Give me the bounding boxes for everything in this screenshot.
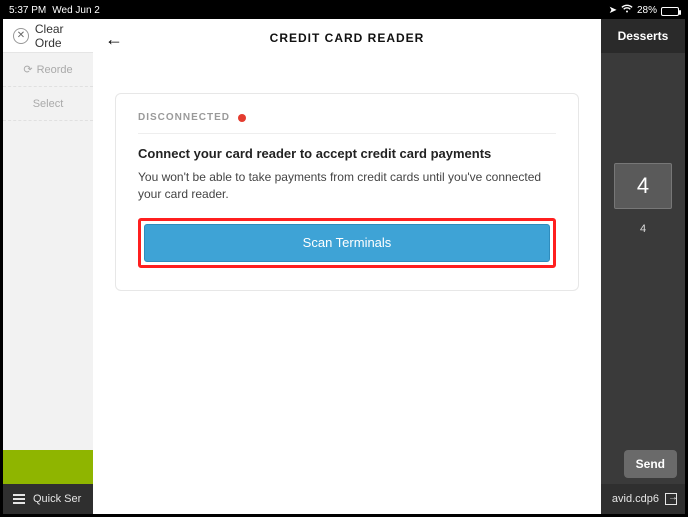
app-frame: 5:37 PM Wed Jun 2 ➤ 28% ✕ Clear Orde ⟳ R… [0,0,688,517]
status-label: DISCONNECTED [138,112,230,123]
send-button[interactable]: Send [624,450,677,478]
clear-order-label: Clear Orde [35,22,93,50]
select-label: Select [33,98,64,110]
clear-order-button[interactable]: ✕ Clear Orde [3,19,93,53]
battery-icon [661,7,679,16]
highlight-box: Scan Terminals [138,218,556,268]
user-bar[interactable]: avid.cdp6 [601,484,685,514]
reader-status-panel: DISCONNECTED Connect your card reader to… [115,93,579,291]
service-mode-bar[interactable]: Quick Ser [3,484,93,514]
service-mode-label: Quick Ser [33,493,81,505]
menu-tab-desserts[interactable]: Desserts [601,19,685,53]
menu-pane: Desserts 4 4 Send avid.cdp6 [601,19,685,514]
scan-terminals-label: Scan Terminals [303,235,392,250]
reorder-label: Reorde [37,64,73,76]
exit-icon [665,493,677,505]
hamburger-icon [13,494,25,504]
close-icon: ✕ [13,28,29,44]
scan-terminals-button[interactable]: Scan Terminals [144,224,550,262]
connection-status: DISCONNECTED [138,112,556,134]
checkout-bar[interactable] [3,450,93,484]
send-label: Send [636,457,665,471]
status-dot-icon [238,114,246,122]
order-pane: ✕ Clear Orde ⟳ Reorde Select Quick Ser [3,19,93,514]
battery-percent: 28% [637,3,657,19]
sheet-title: CREDIT CARD READER [270,31,425,45]
user-label: avid.cdp6 [612,493,659,505]
panel-heading: Connect your card reader to accept credi… [138,146,556,161]
location-icon: ➤ [609,3,617,19]
refresh-icon: ⟳ [23,63,32,76]
menu-item-label: 4 [640,223,646,235]
wifi-icon [621,3,633,19]
card-reader-sheet: ← CREDIT CARD READER DISCONNECTED Connec… [93,19,601,514]
status-date: Wed Jun 2 [52,3,100,19]
select-row[interactable]: Select [3,87,93,121]
menu-tab-label: Desserts [618,29,669,43]
status-time: 5:37 PM [9,3,46,19]
menu-item-tile[interactable]: 4 [614,163,672,209]
back-button[interactable]: ← [105,29,123,50]
menu-item-value: 4 [637,173,649,199]
sheet-header: ← CREDIT CARD READER [93,19,601,57]
reorder-row[interactable]: ⟳ Reorde [3,53,93,87]
status-bar: 5:37 PM Wed Jun 2 ➤ 28% [3,3,685,19]
panel-body: You won't be able to take payments from … [138,169,556,204]
